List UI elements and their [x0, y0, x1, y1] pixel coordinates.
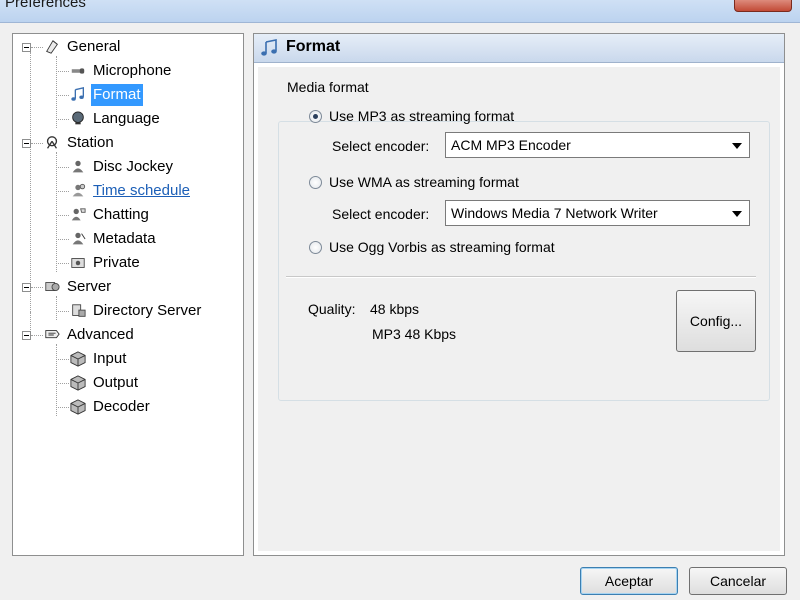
cube-icon	[70, 375, 86, 391]
tree-item-decoder[interactable]: Decoder	[69, 396, 241, 418]
ogg-label[interactable]: Use Ogg Vorbis as streaming format	[329, 239, 555, 255]
tree-item-label: Advanced	[67, 326, 134, 343]
tree-item-directory-server[interactable]: Directory Server	[69, 300, 241, 322]
tree-item-label: Station	[67, 134, 114, 151]
close-button[interactable]	[734, 0, 792, 12]
separator	[286, 276, 756, 278]
wma-encoder-value: Windows Media 7 Network Writer	[451, 205, 658, 221]
tree-item-label: Disc Jockey	[93, 158, 174, 175]
cancel-button[interactable]: Cancelar	[689, 567, 787, 595]
advanced-icon	[45, 330, 60, 339]
tree-item-time-schedule[interactable]: Time schedule	[69, 180, 241, 202]
directory-server-icon	[72, 304, 86, 317]
media-format-group	[278, 121, 770, 401]
wma-encoder-label: Select encoder:	[332, 206, 430, 222]
window-title: Preferences	[5, 0, 86, 11]
mp3-label[interactable]: Use MP3 as streaming format	[329, 108, 514, 124]
server-icon	[45, 282, 60, 291]
quality-value: 48 kbps	[370, 301, 420, 317]
tree-item-format[interactable]: Format	[69, 84, 241, 106]
music-note-icon	[261, 39, 277, 56]
tree-item-output[interactable]: Output	[69, 372, 241, 394]
chevron-down-icon	[732, 211, 742, 217]
microphone-icon	[71, 68, 85, 74]
title-bar: Preferences	[0, 0, 800, 23]
wma-label[interactable]: Use WMA as streaming format	[329, 174, 519, 190]
cube-icon	[70, 351, 86, 367]
preferences-tree[interactable]: General Microphone Format Language Station Di…	[12, 33, 244, 556]
tree-item-label: Microphone	[93, 62, 172, 79]
tree-item-disc-jockey[interactable]: Disc Jockey	[69, 156, 241, 178]
mp3-encoder-select[interactable]: ACM MP3 Encoder	[445, 132, 750, 158]
wma-radio[interactable]	[309, 176, 322, 189]
tree-item-label: Output	[93, 374, 139, 391]
cube-icon	[70, 399, 86, 415]
wma-encoder-select[interactable]: Windows Media 7 Network Writer	[445, 200, 750, 226]
tree-item-label: Chatting	[93, 206, 149, 223]
general-icon	[46, 40, 58, 54]
tree-item-private[interactable]: Private	[69, 252, 241, 274]
collapse-icon[interactable]	[22, 331, 31, 340]
tree-item-metadata[interactable]: Metadata	[69, 228, 241, 250]
chatting-icon	[71, 208, 86, 221]
time-schedule-icon	[72, 183, 86, 197]
collapse-icon[interactable]	[22, 139, 31, 148]
metadata-icon	[72, 232, 86, 245]
tree-item-label: Time schedule	[93, 182, 190, 199]
tree-item-station[interactable]: Station	[43, 132, 241, 154]
mp3-encoder-value: ACM MP3 Encoder	[451, 137, 571, 153]
tree-item-server[interactable]: Server	[43, 276, 241, 298]
music-note-icon	[71, 87, 84, 101]
collapse-icon[interactable]	[22, 43, 31, 52]
tree-item-label: Format	[91, 84, 143, 106]
tree-item-chatting[interactable]: Chatting	[69, 204, 241, 226]
quality-label: Quality:	[308, 301, 356, 317]
group-title: Media format	[284, 79, 372, 95]
mp3-encoder-label: Select encoder:	[332, 138, 430, 154]
tree-item-label: Input	[93, 350, 127, 367]
quality-detail: MP3 48 Kbps	[372, 326, 457, 342]
chevron-down-icon	[732, 143, 742, 149]
tree-item-microphone[interactable]: Microphone	[69, 60, 241, 82]
ogg-radio[interactable]	[309, 241, 322, 254]
tree-item-advanced[interactable]: Advanced	[43, 324, 241, 346]
ok-button[interactable]: Aceptar	[580, 567, 678, 595]
globe-icon	[72, 111, 84, 125]
tree-item-label: Server	[67, 278, 112, 295]
collapse-icon[interactable]	[22, 283, 31, 292]
panel-title: Format	[286, 38, 341, 55]
disc-jockey-icon	[72, 160, 84, 173]
tree-item-label: Private	[93, 254, 140, 271]
tree-item-general[interactable]: General	[43, 36, 241, 58]
private-icon	[71, 258, 85, 268]
mp3-radio[interactable]	[309, 110, 322, 123]
tree-item-label: Language	[93, 110, 160, 127]
panel-header: Format	[254, 34, 784, 63]
tree-item-language[interactable]: Language	[69, 108, 241, 130]
station-icon	[46, 136, 58, 149]
tree-item-label: Metadata	[93, 230, 156, 247]
tree-item-label: Directory Server	[93, 302, 202, 319]
config-button[interactable]: Config...	[676, 290, 756, 352]
tree-item-label: General	[67, 38, 121, 55]
tree-item-input[interactable]: Input	[69, 348, 241, 370]
tree-item-label: Decoder	[93, 398, 150, 415]
